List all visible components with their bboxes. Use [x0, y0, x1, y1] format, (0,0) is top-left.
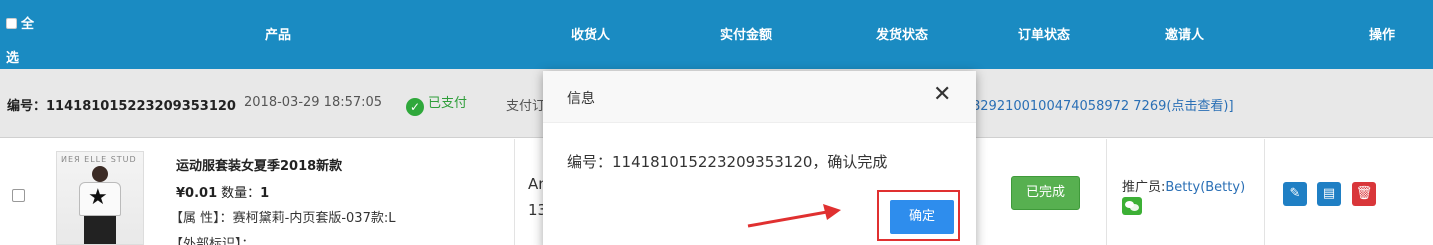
close-icon[interactable]: ✕	[933, 84, 951, 106]
trade-ref-link[interactable]: 8292100100474058972 7269(点击查看)]	[972, 95, 1234, 114]
product-price: ¥0.01 数量：1	[176, 186, 270, 201]
column-divider	[1106, 139, 1107, 245]
delete-icon[interactable]: 🗑	[1352, 182, 1376, 206]
order-number: 编号：114181015223209353120	[7, 99, 236, 114]
order-datetime: 2018-03-29 18:57:05	[244, 95, 383, 110]
annotation-arrow-icon	[747, 204, 841, 228]
annotation-highlight-box	[877, 190, 960, 241]
promoter: 推广员:Betty(Betty)	[1122, 180, 1246, 195]
col-order-status: 订单状态	[1018, 28, 1071, 43]
select-all[interactable]: 全 选	[6, 8, 38, 76]
col-paid-amount: 实付金额	[720, 28, 773, 43]
row-checkbox[interactable]	[12, 189, 25, 202]
dialog-message: 编号：114181015223209353120，确认完成	[567, 153, 888, 171]
col-receiver: 收货人	[571, 28, 611, 43]
pay-info-label: 支付订	[506, 99, 546, 114]
column-divider	[1264, 139, 1265, 245]
check-circle-icon: ✓	[406, 98, 424, 116]
column-divider	[514, 139, 515, 245]
view-icon[interactable]: ▤	[1317, 182, 1341, 206]
col-inviter: 邀请人	[1165, 28, 1205, 43]
product-thumbnail[interactable]: ИЕЯ ELLE STUD ★	[56, 151, 144, 245]
col-product: 产品	[265, 28, 292, 43]
col-ship-status: 发货状态	[876, 28, 929, 43]
order-completed-button[interactable]: 已完成	[1011, 176, 1080, 210]
product-external-id: 【外部标识】：	[170, 237, 255, 245]
select-all-checkbox[interactable]	[6, 18, 17, 29]
product-name[interactable]: 运动服套装女夏季2018新款	[176, 155, 342, 174]
table-header: 全 选 产品 收货人 实付金额 发货状态 订单状态 邀请人 操作	[0, 0, 1433, 69]
dialog-header: 信息 ✕	[543, 71, 976, 123]
edit-icon[interactable]: ✎	[1283, 182, 1307, 206]
product-attributes: 【属 性】：赛柯黛莉-内页套版-037款:L	[170, 211, 396, 226]
wechat-icon	[1122, 197, 1142, 215]
dialog-title: 信息	[567, 91, 595, 107]
paid-status: ✓ 已支付	[406, 92, 467, 116]
col-actions: 操作	[1369, 28, 1396, 43]
